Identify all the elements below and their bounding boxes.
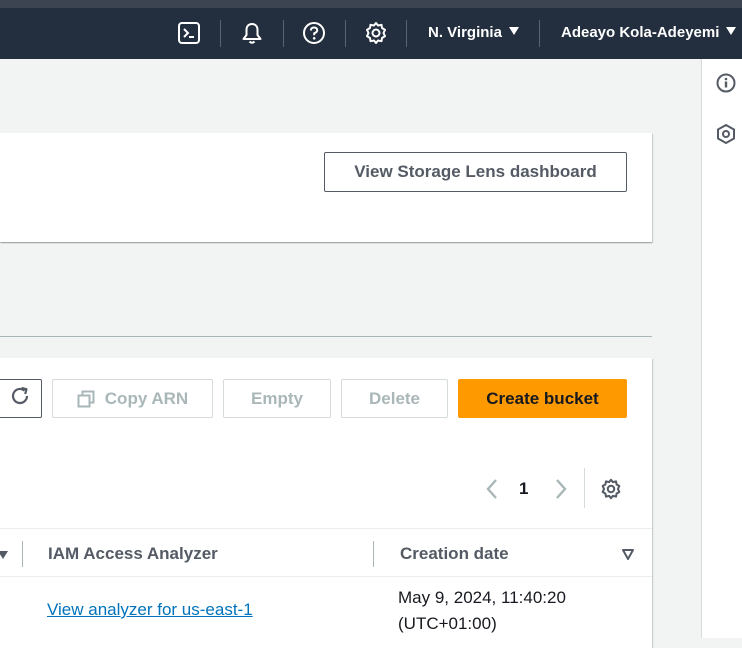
chevron-down-icon: [508, 27, 519, 35]
info-icon[interactable]: [715, 72, 737, 99]
refresh-button[interactable]: [0, 379, 42, 418]
sort-down-icon[interactable]: [622, 547, 634, 565]
feedback-icon[interactable]: [715, 123, 737, 150]
user-label: Adeayo Kola-Adeyemi: [561, 24, 720, 41]
current-page-number[interactable]: 1: [519, 479, 528, 499]
account-snapshot-panel: View Storage Lens dashboard: [0, 133, 652, 242]
column-header-creation-date[interactable]: Creation date: [400, 544, 509, 564]
table-preferences-icon[interactable]: [599, 477, 623, 506]
view-analyzer-link[interactable]: View analyzer for us-east-1: [47, 600, 253, 620]
next-page-icon[interactable]: [553, 478, 569, 505]
view-storage-lens-button[interactable]: View Storage Lens dashboard: [324, 152, 627, 192]
creation-date-line1: May 9, 2024, 11:40:20: [398, 588, 566, 607]
top-navigation-bar: N. Virginia Adeayo Kola-Adeyemi: [0, 0, 742, 59]
table-header-top-border: [0, 528, 652, 529]
top-strip: [0, 0, 742, 8]
sort-down-icon[interactable]: [0, 547, 8, 565]
user-menu[interactable]: Adeayo Kola-Adeyemi: [561, 24, 737, 42]
creation-date-line2: (UTC+01:00): [398, 614, 497, 633]
region-label: N. Virginia: [428, 24, 502, 41]
copy-icon: [77, 390, 95, 408]
section-divider: [0, 336, 652, 337]
cloudshell-icon[interactable]: [176, 20, 202, 46]
copy-arn-label: Copy ARN: [104, 388, 189, 408]
notifications-icon[interactable]: [239, 20, 265, 46]
column-separator: [373, 541, 374, 567]
tools-rail: [701, 59, 742, 638]
refresh-icon: [9, 385, 31, 412]
copy-arn-button[interactable]: Copy ARN: [52, 379, 213, 418]
empty-button[interactable]: Empty: [223, 379, 331, 418]
nav-separator: [406, 20, 407, 47]
column-header-iam-access-analyzer[interactable]: IAM Access Analyzer: [48, 544, 218, 564]
create-bucket-button[interactable]: Create bucket: [458, 379, 627, 418]
previous-page-icon[interactable]: [484, 478, 500, 505]
nav-separator: [345, 20, 346, 47]
chevron-down-icon: [726, 27, 737, 35]
column-separator: [22, 541, 23, 567]
nav-separator: [539, 20, 540, 47]
table-header-bottom-border: [0, 576, 652, 577]
settings-icon[interactable]: [363, 20, 389, 46]
nav-separator: [283, 20, 284, 47]
delete-button[interactable]: Delete: [341, 379, 448, 418]
nav-separator: [220, 20, 221, 47]
region-selector[interactable]: N. Virginia: [428, 24, 519, 42]
pagination-separator: [584, 468, 585, 508]
help-icon[interactable]: [301, 20, 327, 46]
